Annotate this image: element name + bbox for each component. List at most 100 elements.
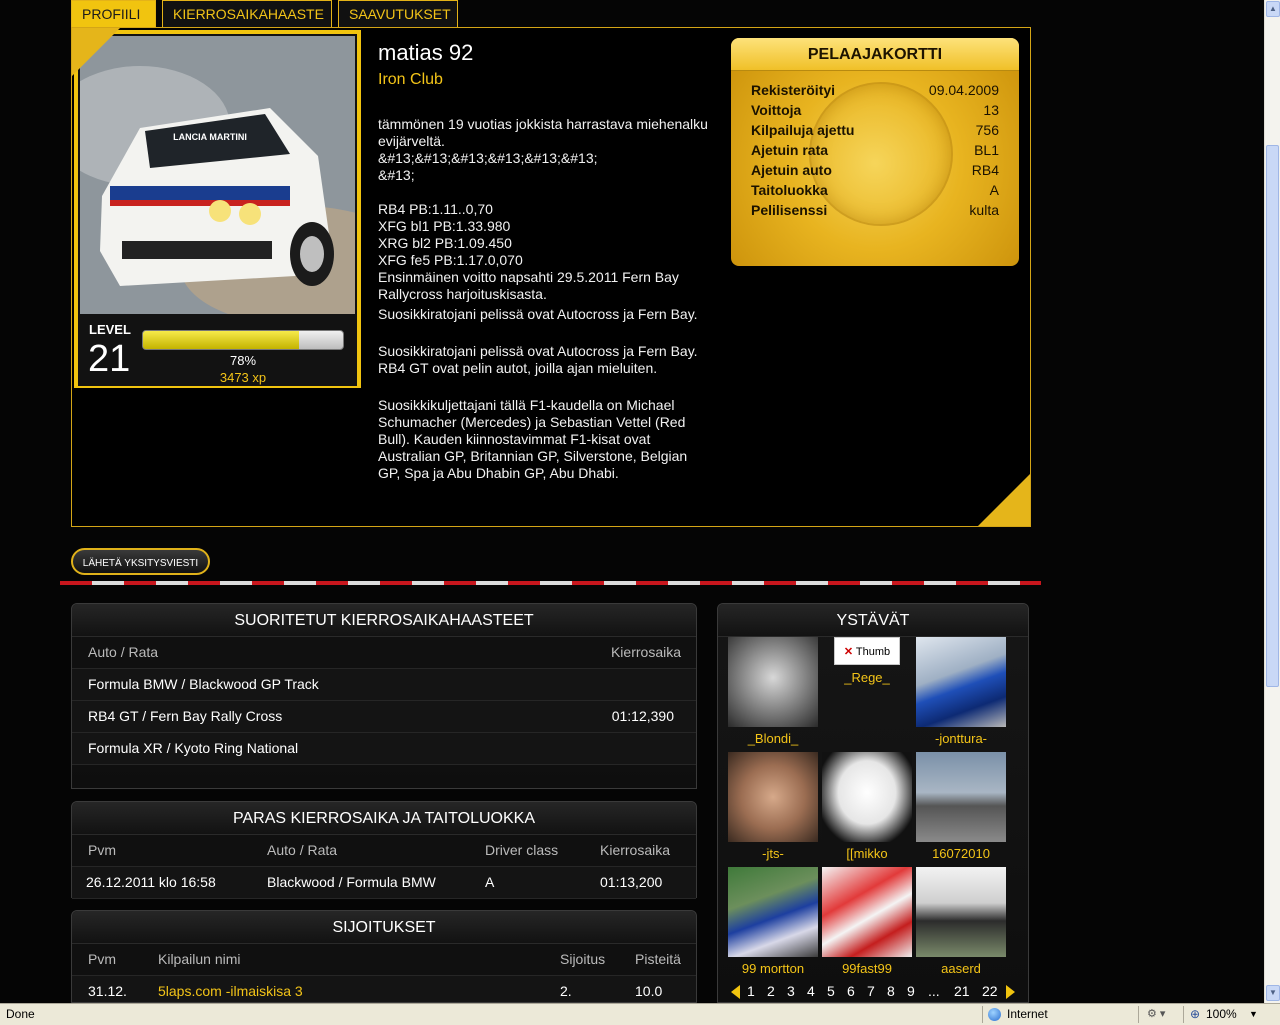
card-row-track: Ajetuin rata BL1: [751, 142, 999, 162]
page-link[interactable]: 6: [847, 983, 855, 999]
player-name: matias 92: [378, 40, 474, 65]
friend-avatar[interactable]: [916, 637, 1006, 727]
page-link[interactable]: 8: [887, 983, 895, 999]
card-value: 09.04.2009: [928, 82, 999, 98]
challenges-title: SUORITETUT KIERROSAIKAHAASTEET: [72, 604, 696, 637]
ranking-points: 10.0: [635, 983, 663, 999]
best-track: Blackwood / Formula BMW: [267, 874, 436, 890]
friend-avatar[interactable]: [822, 752, 912, 842]
friend-item[interactable]: 99 mortton: [728, 867, 818, 976]
card-value: RB4: [971, 162, 999, 178]
best-lap-title: PARAS KIERROSAIKA JA TAITOLUOKKA: [72, 802, 696, 835]
best-lap-header-row: Pvm Auto / Rata Driver class Kierrosaika: [72, 835, 696, 867]
page-link[interactable]: 5: [827, 983, 835, 999]
table-row[interactable]: Formula XR / Kyoto Ring National: [72, 733, 696, 765]
corner-decoration: [978, 474, 1030, 526]
friend-item[interactable]: [[mikko: [822, 752, 912, 861]
zoom-level[interactable]: 100%: [1206, 1004, 1237, 1024]
friend-name[interactable]: 16072010: [916, 846, 1006, 861]
friend-item[interactable]: aaserd: [916, 867, 1006, 976]
page-link[interactable]: 2: [767, 983, 775, 999]
next-page-icon[interactable]: [1006, 985, 1015, 999]
friend-avatar[interactable]: [728, 867, 818, 957]
friend-name[interactable]: _Rege_: [822, 670, 912, 685]
tab-kierrosaikahaaste[interactable]: KIERROSAIKAHAASTE: [162, 0, 332, 27]
scroll-up-icon[interactable]: ▲: [1266, 1, 1280, 17]
tab-saavutukset[interactable]: SAAVUTUKSET: [338, 0, 458, 27]
bio-line: XFG bl1 PB:1.33.980: [378, 218, 511, 234]
page-link[interactable]: 7: [867, 983, 875, 999]
card-row-wins: Voittoja 13: [751, 102, 999, 122]
friend-name[interactable]: aaserd: [916, 961, 1006, 976]
xp-percent: 78%: [229, 353, 257, 368]
page-link[interactable]: 4: [807, 983, 815, 999]
rankings-title: SIJOITUKSET: [72, 911, 696, 944]
friend-name[interactable]: [[mikko: [822, 846, 912, 861]
challenge-track: Formula XR / Kyoto Ring National: [88, 740, 299, 756]
friend-name[interactable]: -jonttura-: [916, 731, 1006, 746]
xp-progress-fill: [143, 331, 299, 349]
col-header: Kierrosaika: [600, 842, 671, 858]
friend-avatar[interactable]: [916, 867, 1006, 957]
profile-bio: tämmönen 19 vuotias jokkista harrastava …: [378, 116, 708, 482]
ranking-position: 2.: [560, 983, 572, 999]
friend-name[interactable]: 99 mortton: [728, 961, 818, 976]
friend-item[interactable]: -jonttura-: [916, 637, 1006, 746]
ranking-date: 31.12.: [88, 983, 127, 999]
status-separator: [1138, 1006, 1139, 1023]
best-class: A: [485, 874, 495, 890]
page-link[interactable]: 21: [954, 983, 970, 999]
friend-item[interactable]: -jts-: [728, 752, 818, 861]
friend-item[interactable]: _Blondi_: [728, 637, 818, 746]
best-lap-section: PARAS KIERROSAIKA JA TAITOLUOKKA Pvm Aut…: [71, 801, 697, 899]
tab-profiili[interactable]: PROFIILI: [71, 0, 156, 27]
bio-paragraph: Suosikkiratojani pelissä ovat Autocross …: [378, 306, 698, 322]
friend-avatar[interactable]: [822, 867, 912, 957]
prev-page-icon[interactable]: [731, 985, 740, 999]
table-row[interactable]: Formula BMW / Blackwood GP Track: [72, 669, 696, 701]
friend-avatar[interactable]: [728, 752, 818, 842]
zone-text: Internet: [1007, 1007, 1048, 1021]
scrollbar-thumb[interactable]: [1266, 145, 1279, 687]
friend-name[interactable]: -jts-: [728, 846, 818, 861]
zoom-dropdown-icon[interactable]: ▼: [1249, 1004, 1258, 1024]
friend-avatar[interactable]: [916, 752, 1006, 842]
challenge-track: Formula BMW / Blackwood GP Track: [88, 676, 319, 692]
page-link[interactable]: 1: [747, 983, 755, 999]
ranking-race-link[interactable]: 5laps.com -ilmaiskisa 3: [158, 976, 303, 1002]
status-separator: [982, 1006, 983, 1023]
friend-avatar[interactable]: [728, 637, 818, 727]
friend-avatar[interactable]: ✕ Thumb: [834, 637, 900, 665]
page-link[interactable]: 3: [787, 983, 795, 999]
bio-line: Ensinmäinen voitto napsahti 29.5.2011 Fe…: [378, 269, 679, 302]
send-message-button[interactable]: LÄHETÄ YKSITYSVIESTI: [71, 548, 210, 575]
bio-line: &#13;&#13;&#13;&#13;&#13;&#13;: [378, 150, 598, 166]
col-header: Auto / Rata: [88, 644, 159, 660]
zoom-icon: ⊕: [1190, 1007, 1201, 1021]
player-club: Iron Club: [378, 71, 443, 88]
col-header: Pisteitä: [635, 951, 681, 967]
page-link[interactable]: 22: [982, 983, 998, 999]
status-text: Done: [6, 1007, 35, 1021]
card-key: Voittoja: [751, 102, 802, 118]
card-row-license: Pelilisenssi kulta: [751, 202, 999, 222]
xp-amount: 3473 xp: [219, 370, 267, 385]
table-row[interactable]: 31.12. 5laps.com -ilmaiskisa 3 2. 10.0: [72, 976, 696, 1002]
card-row-car: Ajetuin auto RB4: [751, 162, 999, 182]
friend-name[interactable]: _Blondi_: [728, 731, 818, 746]
friend-name[interactable]: 99fast99: [822, 961, 912, 976]
table-row[interactable]: 26.12.2011 klo 16:58 Blackwood / Formula…: [72, 867, 696, 899]
scroll-down-icon[interactable]: ▼: [1266, 985, 1280, 1001]
protected-mode-icon[interactable]: ⚙ ▾: [1147, 1004, 1165, 1024]
globe-icon: [988, 1008, 1001, 1021]
photo-banner-text: LANCIA MARTINI: [173, 132, 247, 142]
card-row-skill: Taitoluokka A: [751, 182, 999, 202]
friend-item[interactable]: 99fast99: [822, 867, 912, 976]
page-link[interactable]: 9: [907, 983, 915, 999]
page-scrollbar[interactable]: ▲ ▼: [1264, 0, 1280, 1003]
table-row[interactable]: RB4 GT / Fern Bay Rally Cross 01:12,390: [72, 701, 696, 733]
friend-item[interactable]: 16072010: [916, 752, 1006, 861]
best-time: 01:13,200: [600, 874, 663, 890]
corner-decoration: [72, 28, 120, 76]
friend-item[interactable]: ✕ Thumb _Rege_: [822, 637, 912, 685]
